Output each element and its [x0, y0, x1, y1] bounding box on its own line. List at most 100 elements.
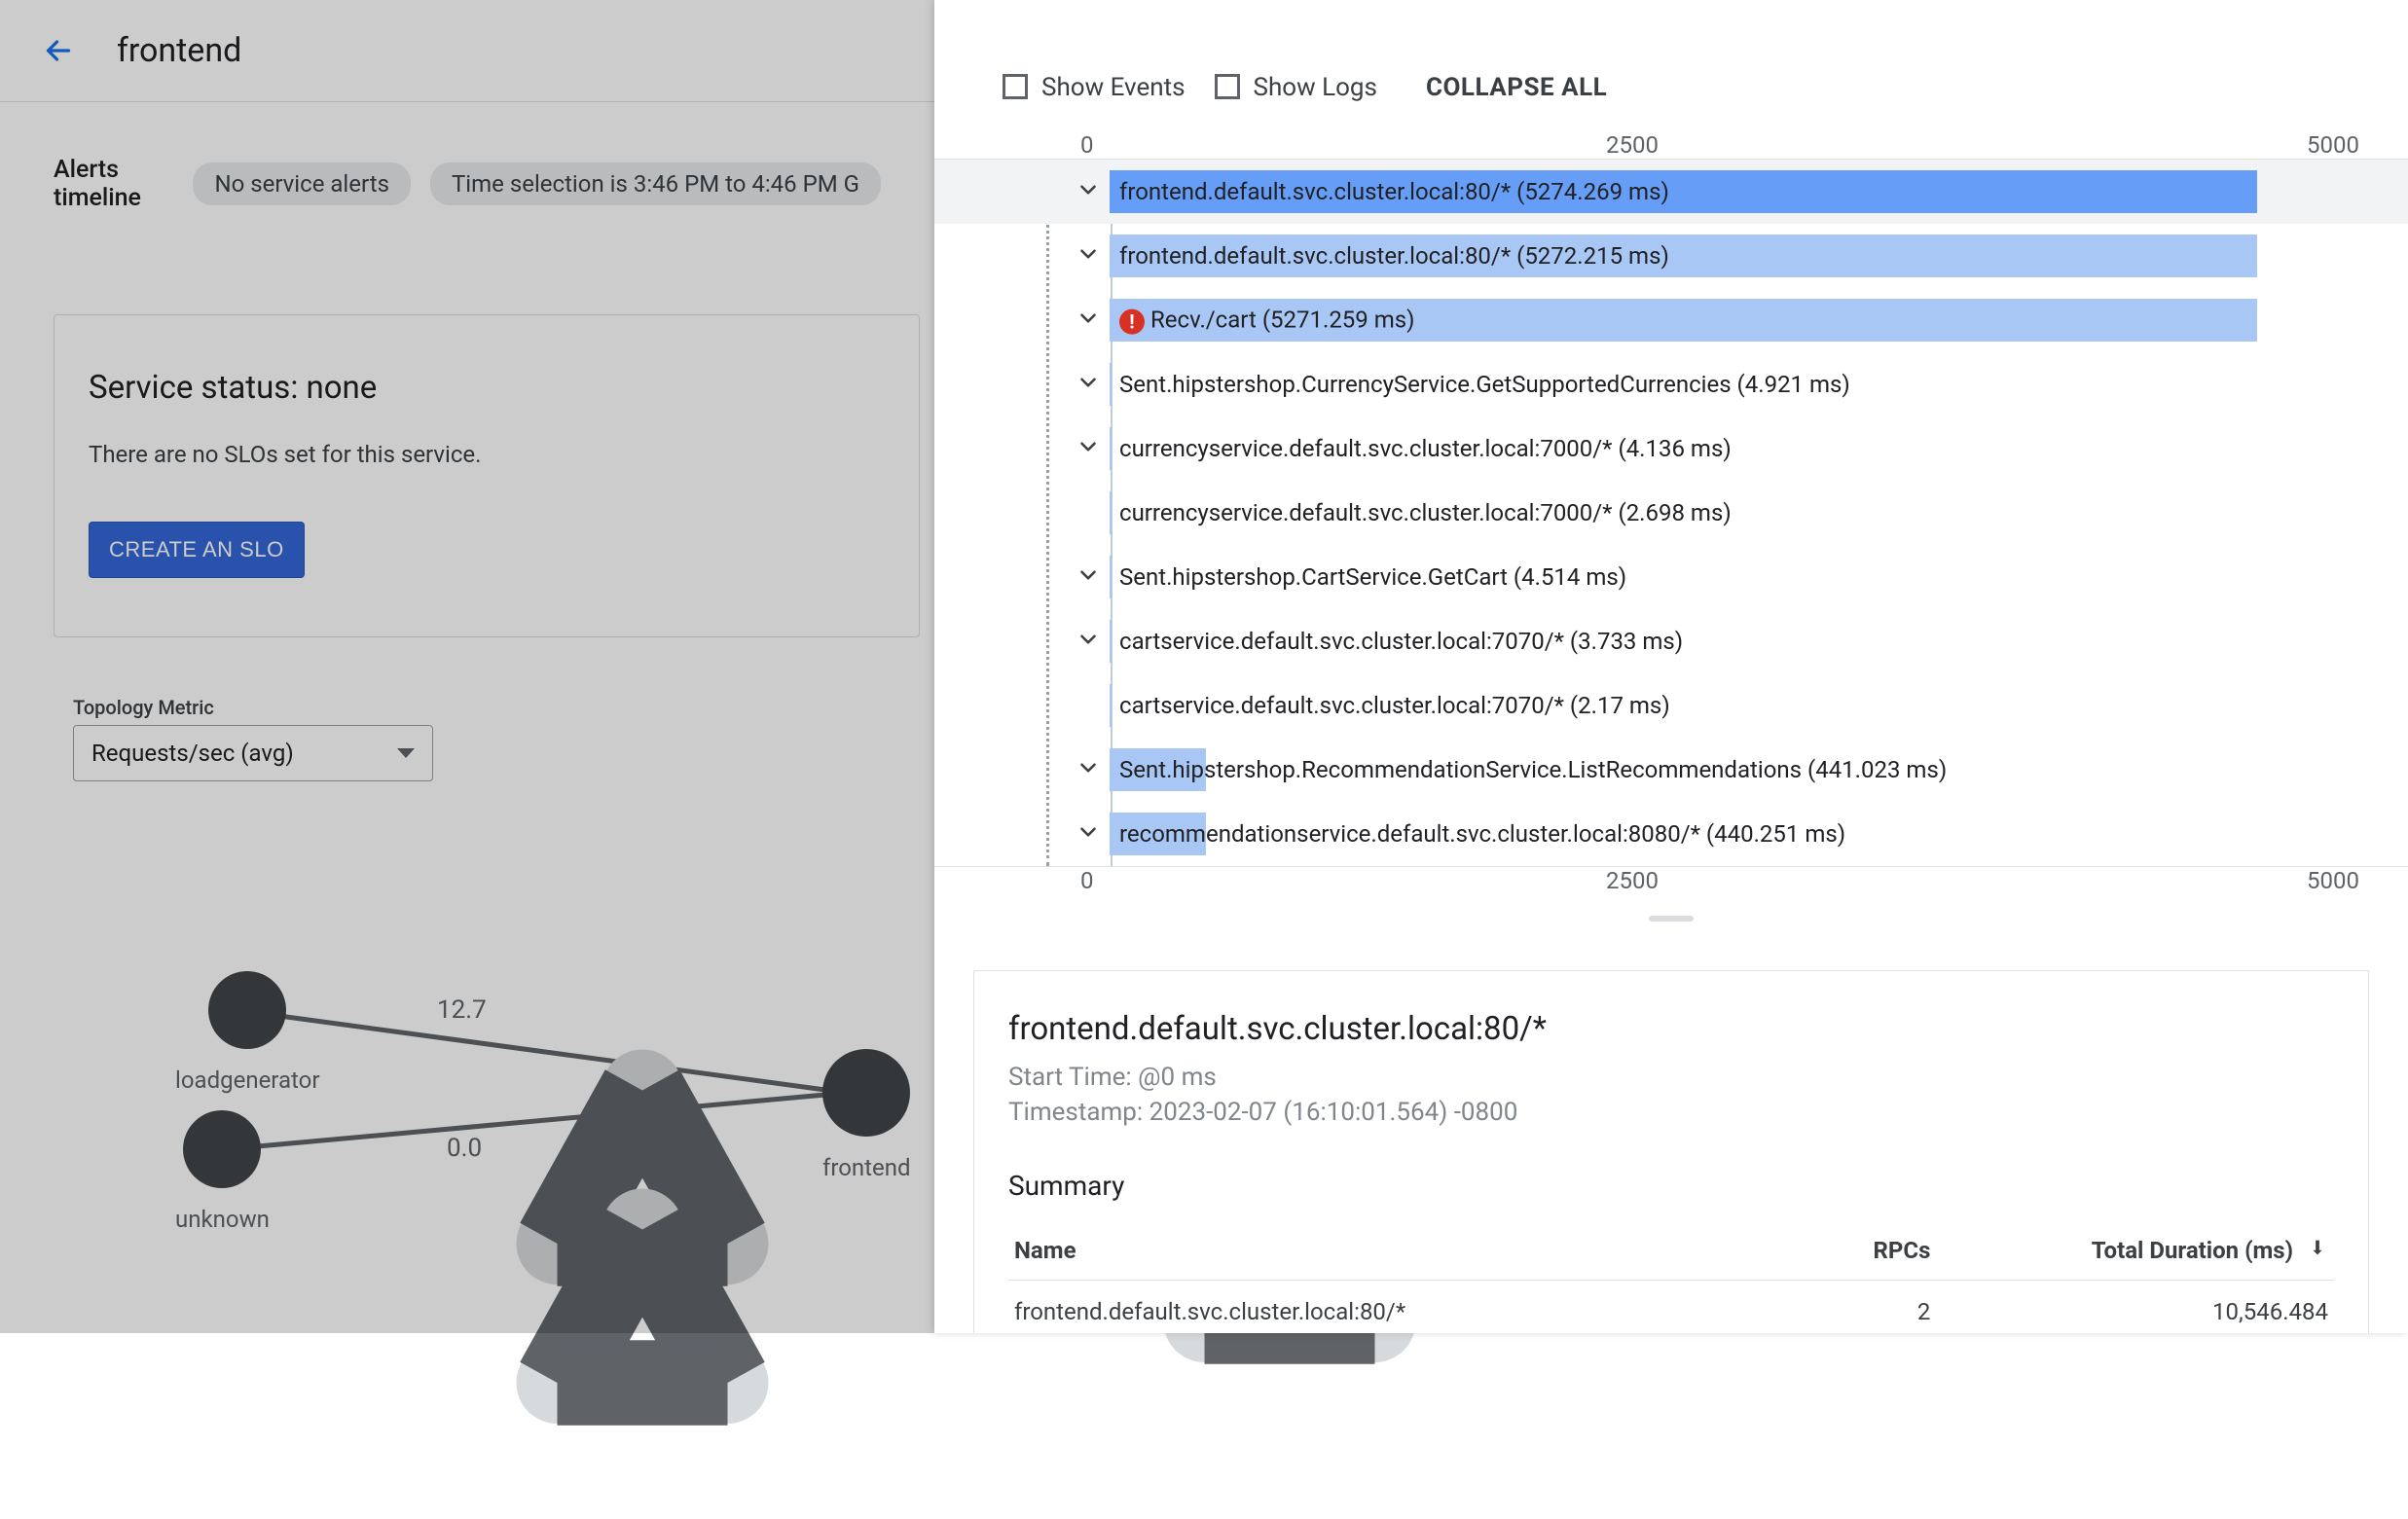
span-label: currencyservice.default.svc.cluster.loca… — [1119, 499, 1732, 526]
trace-span-row[interactable]: currencyservice.default.svc.cluster.loca… — [934, 481, 2408, 545]
chevron-down-icon[interactable] — [1076, 562, 1101, 592]
trace-span-list: frontend.default.svc.cluster.local:80/* … — [934, 159, 2408, 867]
span-label: Sent.hipstershop.CurrencyService.GetSupp… — [1119, 371, 1850, 398]
span-label: recommendationservice.default.svc.cluste… — [1119, 820, 1845, 848]
trace-span-row[interactable]: recommendationservice.default.svc.cluste… — [934, 802, 2408, 866]
span-bar — [1110, 363, 1112, 406]
show-events-label: Show Events — [1041, 73, 1186, 102]
span-label: cartservice.default.svc.cluster.local:70… — [1119, 692, 1670, 719]
span-details-meta: Start Time: @0 ms Timestamp: 2023-02-07 … — [1008, 1060, 2334, 1131]
topology-edge-label: 12.7 — [433, 995, 491, 1025]
span-bar — [1110, 491, 1112, 534]
trace-span-row[interactable]: frontend.default.svc.cluster.local:80/* … — [934, 160, 2408, 224]
checkbox-icon — [1003, 74, 1028, 99]
service-overview-page: frontend Alerts timeline No service aler… — [0, 0, 934, 1333]
table-row[interactable]: frontend.default.svc.cluster.local:80/*2… — [1008, 1280, 2334, 1333]
cell-name: frontend.default.svc.cluster.local:80/* — [1008, 1280, 1751, 1333]
trace-span-row[interactable]: frontend.default.svc.cluster.local:80/* … — [934, 224, 2408, 288]
topology-graph: loadgenerator unknown frontend 12.7 0.0 — [0, 966, 934, 1356]
start-time-value: @0 ms — [1138, 1063, 1217, 1092]
topology-edge-label: 0.0 — [443, 1134, 486, 1163]
chevron-down-icon[interactable] — [1076, 370, 1101, 399]
topology-node-label: loadgenerator — [175, 1067, 319, 1094]
back-arrow-icon[interactable] — [39, 31, 78, 70]
trace-span-row[interactable]: Sent.hipstershop.CartService.GetCart (4.… — [934, 545, 2408, 609]
time-selection-chip[interactable]: Time selection is 3:46 PM to 4:46 PM G — [430, 163, 881, 205]
chevron-down-icon[interactable] — [1076, 306, 1101, 335]
topology-node-label: unknown — [175, 1206, 270, 1233]
span-bar — [1110, 684, 1112, 727]
span-details-title: frontend.default.svc.cluster.local:80/* — [1008, 1010, 2334, 1048]
axis-tick: 5000 — [2132, 867, 2359, 894]
span-label: cartservice.default.svc.cluster.local:70… — [1119, 628, 1683, 655]
checkbox-icon — [1215, 74, 1240, 99]
show-logs-label: Show Logs — [1254, 73, 1377, 102]
trace-span-row[interactable]: Sent.hipstershop.CurrencyService.GetSupp… — [934, 352, 2408, 416]
topology-node-frontend[interactable]: frontend — [822, 1049, 911, 1181]
chevron-down-icon[interactable] — [1076, 177, 1101, 206]
span-label: !Recv./cart (5271.259 ms) — [1119, 307, 1415, 335]
span-bar — [1110, 620, 1112, 663]
service-status-card: Service status: none There are no SLOs s… — [54, 314, 920, 637]
create-slo-button[interactable]: CREATE AN SLO — [89, 522, 305, 578]
chevron-down-icon[interactable] — [1076, 627, 1101, 656]
chevron-down-icon[interactable] — [1076, 434, 1101, 463]
col-rpcs[interactable]: RPCs — [1751, 1221, 1937, 1281]
alerts-timeline-row: Alerts timeline No service alerts Time s… — [0, 102, 934, 222]
cell-rpcs: 2 — [1751, 1280, 1937, 1333]
axis-tick: 2500 — [1606, 131, 2132, 159]
sort-desc-icon — [2307, 1237, 2328, 1264]
service-status-body: There are no SLOs set for this service. — [89, 441, 885, 468]
trace-span-row[interactable]: !Recv./cart (5271.259 ms) — [934, 288, 2408, 352]
page-title: frontend — [117, 31, 241, 70]
trace-drawer: Show Events Show Logs COLLAPSE ALL 0 250… — [934, 0, 2408, 1333]
topology-node-loadgenerator[interactable]: loadgenerator — [175, 971, 319, 1094]
trace-span-row[interactable]: Sent.hipstershop.RecommendationService.L… — [934, 738, 2408, 802]
col-duration[interactable]: Total Duration (ms) — [1936, 1221, 2334, 1281]
trace-axis-bottom: 0 2500 5000 — [934, 867, 2408, 894]
summary-heading: Summary — [1008, 1170, 2334, 1202]
start-time-label: Start Time: — [1008, 1063, 1138, 1092]
col-name[interactable]: Name — [1008, 1221, 1751, 1281]
summary-table: Name RPCs Total Duration (ms) frontend.d… — [1008, 1221, 2334, 1333]
trace-controls: Show Events Show Logs COLLAPSE ALL — [934, 44, 2408, 131]
trace-span-row[interactable]: currencyservice.default.svc.cluster.loca… — [934, 416, 2408, 481]
show-events-checkbox[interactable]: Show Events — [1003, 73, 1186, 102]
axis-tick: 0 — [1080, 867, 1606, 894]
topology-metric: Topology Metric Requests/sec (avg) — [73, 696, 934, 781]
axis-tick: 2500 — [1606, 867, 2132, 894]
timestamp-label: Timestamp: — [1008, 1098, 1149, 1127]
col-duration-label: Total Duration (ms) — [2092, 1237, 2293, 1264]
span-label: frontend.default.svc.cluster.local:80/* … — [1119, 178, 1669, 205]
topology-node-label: frontend — [822, 1154, 911, 1181]
span-bar — [1110, 556, 1112, 598]
show-logs-checkbox[interactable]: Show Logs — [1215, 73, 1377, 102]
span-label: Sent.hipstershop.RecommendationService.L… — [1119, 756, 1947, 783]
error-badge-icon: ! — [1119, 308, 1145, 334]
trace-span-row[interactable]: cartservice.default.svc.cluster.local:70… — [934, 673, 2408, 738]
span-bar — [1110, 427, 1112, 470]
chevron-down-icon[interactable] — [1076, 819, 1101, 849]
span-details-card: frontend.default.svc.cluster.local:80/* … — [973, 970, 2369, 1333]
drag-handle[interactable] — [934, 906, 2408, 931]
span-label: Sent.hipstershop.CartService.GetCart (4.… — [1119, 563, 1626, 591]
service-node-icon — [183, 1110, 261, 1188]
no-service-alerts-chip[interactable]: No service alerts — [193, 163, 411, 205]
service-status-title: Service status: none — [89, 369, 885, 407]
topology-metric-select[interactable]: Requests/sec (avg) — [73, 725, 433, 781]
axis-tick: 5000 — [2132, 131, 2359, 159]
span-label: currencyservice.default.svc.cluster.loca… — [1119, 435, 1732, 462]
cell-duration: 10,546.484 — [1936, 1280, 2334, 1333]
chevron-down-icon[interactable] — [1076, 241, 1101, 271]
collapse-all-button[interactable]: COLLAPSE ALL — [1426, 73, 1607, 102]
service-node-icon — [208, 971, 286, 1049]
topology-metric-label: Topology Metric — [73, 696, 934, 719]
alerts-timeline-label: Alerts timeline — [54, 156, 173, 212]
chevron-down-icon — [397, 748, 415, 758]
axis-tick: 0 — [1080, 131, 1606, 159]
topbar: frontend — [0, 0, 934, 102]
span-label: frontend.default.svc.cluster.local:80/* … — [1119, 242, 1669, 270]
topology-node-unknown[interactable]: unknown — [175, 1110, 270, 1233]
chevron-down-icon[interactable] — [1076, 755, 1101, 784]
trace-span-row[interactable]: cartservice.default.svc.cluster.local:70… — [934, 609, 2408, 673]
